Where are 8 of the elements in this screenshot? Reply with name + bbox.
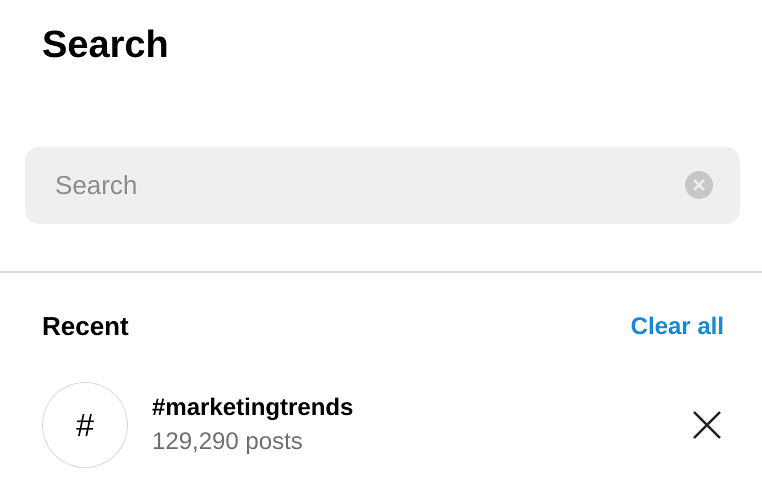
- page-title: Search: [41, 23, 170, 68]
- clear-all-link[interactable]: Clear all: [630, 312, 724, 340]
- search-field[interactable]: Search: [25, 147, 740, 224]
- close-icon[interactable]: [692, 410, 722, 440]
- section-heading: Recent: [42, 311, 129, 342]
- hashtag-avatar: #: [42, 382, 128, 468]
- hashtag-name[interactable]: #marketingtrends: [152, 394, 692, 422]
- post-count: 129,290 posts: [152, 428, 304, 456]
